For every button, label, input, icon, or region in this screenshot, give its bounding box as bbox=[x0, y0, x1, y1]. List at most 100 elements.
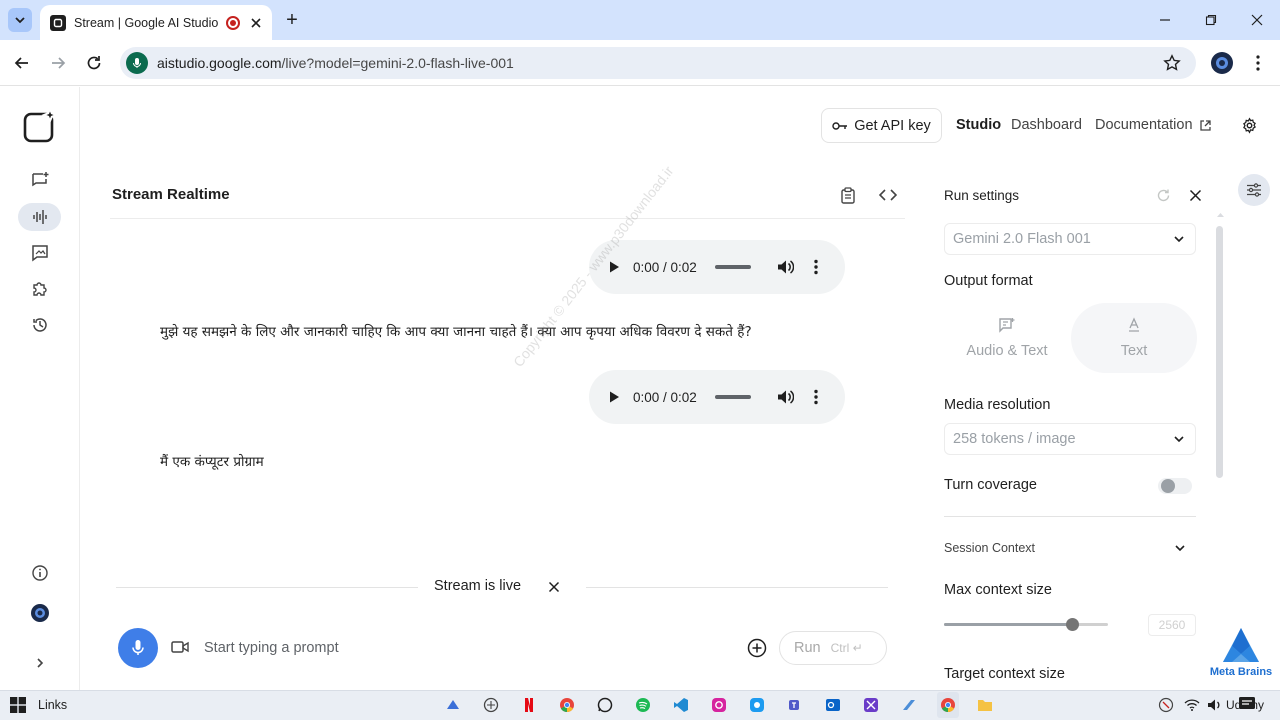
settings-scrollbar[interactable] bbox=[1216, 226, 1223, 478]
speech-text-icon bbox=[999, 318, 1015, 333]
max-context-slider-thumb[interactable] bbox=[1066, 618, 1079, 631]
taskbar-file-explorer[interactable] bbox=[976, 696, 994, 714]
instagram-icon bbox=[712, 698, 726, 712]
start-button[interactable] bbox=[10, 697, 26, 713]
taskbar-snipping[interactable] bbox=[862, 696, 880, 714]
max-context-value[interactable]: 2560 bbox=[1148, 614, 1196, 636]
audio-1-progress[interactable] bbox=[715, 265, 751, 269]
taskbar-chrome[interactable] bbox=[558, 696, 576, 714]
get-api-key-button[interactable]: Get API key bbox=[821, 108, 942, 143]
close-run-settings-button[interactable] bbox=[1189, 189, 1202, 202]
audio-player-2[interactable]: 0:00 / 0:02 bbox=[589, 370, 845, 424]
rail-info[interactable] bbox=[28, 561, 52, 585]
format-audio-text-label: Audio & Text bbox=[966, 343, 1048, 359]
max-context-slider-fill bbox=[944, 623, 1072, 626]
whatsapp-icon bbox=[597, 697, 613, 713]
play-icon[interactable] bbox=[607, 260, 621, 274]
prompt-input[interactable] bbox=[204, 637, 724, 659]
nav-studio[interactable]: Studio bbox=[956, 117, 1001, 133]
close-window-button[interactable] bbox=[1247, 10, 1267, 30]
audio-1-time: 0:00 / 0:02 bbox=[633, 259, 697, 275]
browser-menu-button[interactable] bbox=[1250, 54, 1266, 72]
nav-dashboard[interactable]: Dashboard bbox=[1011, 117, 1082, 133]
sparkle-app-icon bbox=[23, 108, 58, 143]
reload-button[interactable] bbox=[85, 54, 103, 72]
stream-divider-left bbox=[116, 587, 418, 588]
turn-coverage-toggle[interactable] bbox=[1158, 478, 1192, 494]
tray-notifications-icon[interactable] bbox=[1238, 696, 1256, 712]
taskbar-spotify[interactable] bbox=[634, 696, 652, 714]
format-text-option[interactable]: Text bbox=[1071, 303, 1197, 373]
close-tab-icon[interactable] bbox=[250, 17, 262, 29]
taskbar-instagram[interactable] bbox=[710, 696, 728, 714]
settings-button[interactable] bbox=[1241, 117, 1258, 134]
scroll-up-arrow[interactable] bbox=[1217, 212, 1224, 217]
rail-generate-media[interactable] bbox=[28, 241, 52, 265]
bookmark-star-button[interactable] bbox=[1163, 54, 1181, 72]
format-audio-text-option[interactable]: Audio & Text bbox=[944, 303, 1070, 373]
close-icon bbox=[548, 581, 560, 593]
play-icon[interactable] bbox=[607, 390, 621, 404]
url-text: aistudio.google.com/live?model=gemini-2.… bbox=[157, 55, 514, 71]
taskbar-chrome-active[interactable] bbox=[939, 696, 957, 714]
audio-2-progress[interactable] bbox=[715, 395, 751, 399]
model-message-1: मुझे यह समझने के लिए और जानकारी चाहिए कि… bbox=[160, 324, 752, 340]
taskbar-links[interactable]: Links bbox=[38, 698, 67, 712]
volume-icon[interactable] bbox=[777, 259, 794, 275]
profile-avatar[interactable] bbox=[1211, 52, 1233, 74]
tray-security-icon[interactable] bbox=[1158, 697, 1174, 713]
gear-icon bbox=[1243, 117, 1256, 134]
audio-2-time: 0:00 / 0:02 bbox=[633, 389, 697, 405]
rail-history[interactable] bbox=[28, 313, 52, 337]
taskbar-teams[interactable] bbox=[786, 696, 804, 714]
add-media-button[interactable] bbox=[747, 638, 767, 658]
chrome-icon bbox=[941, 698, 955, 713]
webcam-button[interactable] bbox=[171, 640, 189, 654]
run-shortcut-hint: Ctrl ↵ bbox=[830, 641, 863, 655]
taskbar-app-13[interactable] bbox=[900, 696, 918, 714]
rail-expand-button[interactable] bbox=[28, 651, 52, 675]
restore-button[interactable] bbox=[1201, 10, 1221, 30]
model-select[interactable]: Gemini 2.0 Flash 001 bbox=[944, 223, 1196, 255]
tab-search-button[interactable] bbox=[8, 8, 32, 32]
stop-stream-button[interactable] bbox=[546, 579, 562, 595]
more-vertical-icon[interactable] bbox=[814, 389, 818, 405]
copy-transcript-button[interactable] bbox=[840, 187, 856, 204]
address-bar[interactable]: aistudio.google.com/live?model=gemini-2.… bbox=[120, 47, 1196, 79]
minimize-button[interactable] bbox=[1155, 10, 1175, 30]
taskbar-netflix[interactable] bbox=[520, 696, 538, 714]
audio-player-1[interactable]: 0:00 / 0:02 bbox=[589, 240, 845, 294]
rail-stream[interactable] bbox=[28, 205, 52, 229]
reset-settings-button[interactable] bbox=[1156, 188, 1171, 203]
browser-tab-active[interactable]: Stream | Google AI Studio bbox=[40, 5, 272, 40]
run-settings-toggle-button[interactable] bbox=[1238, 174, 1270, 206]
session-context-toggle[interactable] bbox=[1174, 542, 1186, 554]
get-code-button[interactable] bbox=[879, 188, 897, 202]
volume-icon[interactable] bbox=[777, 389, 794, 405]
taskbar-whatsapp[interactable] bbox=[596, 696, 614, 714]
run-button[interactable]: Run Ctrl ↵ bbox=[779, 631, 887, 665]
rail-build[interactable] bbox=[28, 277, 52, 301]
taskbar-app-9[interactable] bbox=[748, 696, 766, 714]
rail-account-avatar[interactable] bbox=[31, 604, 49, 622]
session-context-header[interactable]: Session Context bbox=[944, 541, 1035, 555]
media-resolution-select[interactable]: 258 tokens / image bbox=[944, 423, 1196, 455]
microphone-button[interactable] bbox=[118, 628, 158, 668]
new-tab-button[interactable]: + bbox=[282, 10, 302, 30]
taskbar-app-1[interactable] bbox=[444, 696, 462, 714]
taskbar-outlook[interactable] bbox=[824, 696, 842, 714]
rail-chat-prompt[interactable] bbox=[28, 168, 52, 192]
nav-documentation[interactable]: Documentation bbox=[1095, 117, 1212, 133]
microphone-in-use-icon[interactable] bbox=[126, 52, 148, 74]
tray-wifi-icon[interactable] bbox=[1184, 697, 1200, 713]
meta-brains-text: Meta Brains bbox=[1209, 666, 1273, 678]
get-api-key-label: Get API key bbox=[854, 117, 931, 134]
tray-volume-icon[interactable] bbox=[1207, 697, 1223, 713]
chevron-down-icon bbox=[15, 17, 25, 24]
more-vertical-icon[interactable] bbox=[814, 259, 818, 275]
back-button[interactable] bbox=[13, 54, 31, 72]
taskbar-app-2[interactable] bbox=[482, 696, 500, 714]
ai-studio-logo[interactable] bbox=[22, 108, 58, 144]
taskbar-vscode[interactable] bbox=[672, 696, 690, 714]
forward-button[interactable] bbox=[49, 54, 67, 72]
